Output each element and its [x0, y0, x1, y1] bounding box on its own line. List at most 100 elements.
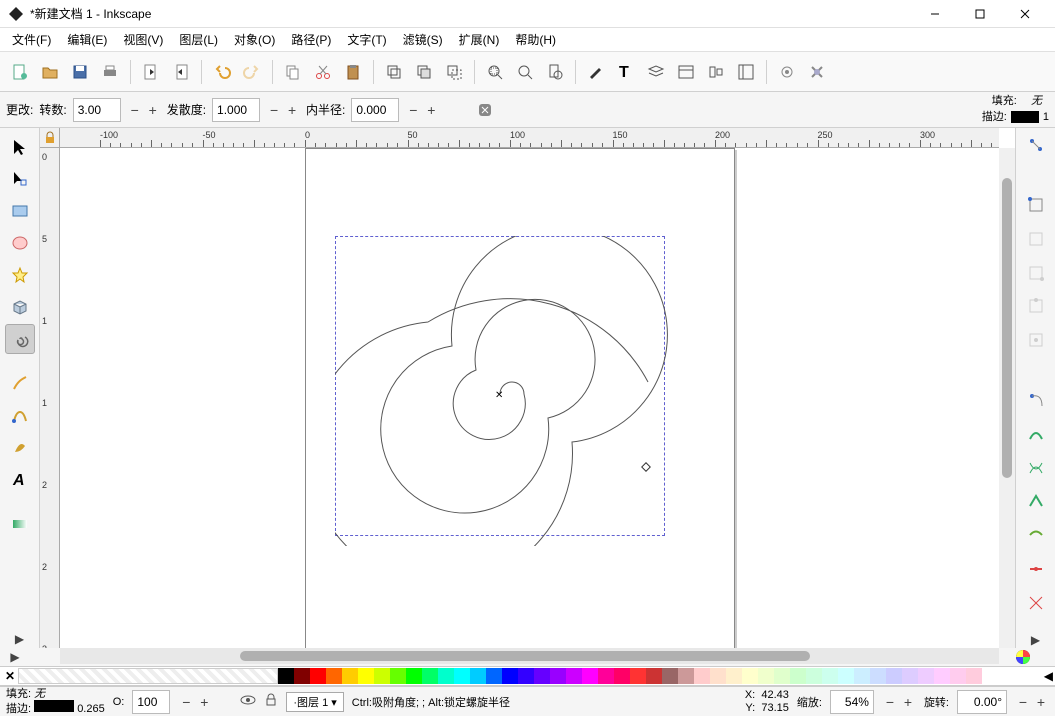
layer-expand-chevron[interactable]: ▶ [8, 648, 22, 666]
minimize-button[interactable] [912, 0, 957, 28]
maximize-button[interactable] [957, 0, 1002, 28]
palette-color[interactable] [422, 668, 438, 684]
palette-color[interactable] [294, 668, 310, 684]
snap-bboxcorner-icon[interactable] [1022, 260, 1050, 286]
reset-defaults-button[interactable] [471, 96, 499, 124]
pencil-tool[interactable] [5, 368, 35, 398]
palette-color[interactable] [550, 668, 566, 684]
palette-color[interactable] [438, 668, 454, 684]
redo-button[interactable] [238, 58, 266, 86]
snap-node[interactable] [1022, 387, 1050, 413]
palette-color[interactable] [902, 668, 918, 684]
palette-color[interactable] [758, 668, 774, 684]
status-stroke-swatch[interactable] [34, 700, 74, 712]
menu-path[interactable]: 路径(P) [285, 29, 337, 50]
palette-color[interactable] [854, 668, 870, 684]
palette-color[interactable] [774, 668, 790, 684]
rectangle-tool[interactable] [5, 196, 35, 226]
horizontal-ruler[interactable]: -100-50050100150200250300 [60, 128, 999, 148]
paste-button[interactable] [339, 58, 367, 86]
palette-color[interactable] [694, 668, 710, 684]
gradient-tool[interactable] [5, 508, 35, 538]
star-tool[interactable] [5, 260, 35, 290]
zoom-page-button[interactable] [541, 58, 569, 86]
palette-color[interactable] [326, 668, 342, 684]
calligraphy-tool[interactable] [5, 432, 35, 462]
ellipse-tool[interactable] [5, 228, 35, 258]
palette-color[interactable] [870, 668, 886, 684]
xml-dialog-button[interactable] [672, 58, 700, 86]
snap-smooth[interactable] [1022, 522, 1050, 548]
palette-color[interactable] [710, 668, 726, 684]
divergence-input[interactable] [212, 98, 260, 122]
palette-color[interactable] [582, 668, 598, 684]
duplicate-button[interactable] [380, 58, 408, 86]
palette-color[interactable] [518, 668, 534, 684]
palette-color[interactable] [486, 668, 502, 684]
palette-color[interactable] [598, 668, 614, 684]
clone-button[interactable] [410, 58, 438, 86]
3dbox-tool[interactable] [5, 292, 35, 322]
zoom-minus[interactable]: − [882, 694, 898, 710]
palette-color[interactable] [934, 668, 950, 684]
palette-color[interactable] [454, 668, 470, 684]
opacity-plus[interactable]: + [196, 694, 212, 710]
open-button[interactable] [36, 58, 64, 86]
vertical-ruler[interactable]: 0511223 [40, 148, 60, 648]
spiral-tool[interactable] [5, 324, 35, 354]
palette-color[interactable] [630, 668, 646, 684]
rotate-minus[interactable]: − [1015, 694, 1031, 710]
menu-edit[interactable]: 编辑(E) [61, 29, 113, 50]
cut-button[interactable] [309, 58, 337, 86]
close-button[interactable] [1002, 0, 1047, 28]
node-tool[interactable] [5, 164, 35, 194]
import-button[interactable] [137, 58, 165, 86]
print-button[interactable] [96, 58, 124, 86]
rotate-plus[interactable]: + [1033, 694, 1049, 710]
palette-color[interactable] [918, 668, 934, 684]
document-properties-button[interactable] [803, 58, 831, 86]
menu-help[interactable]: 帮助(H) [509, 29, 562, 50]
visibility-icon[interactable] [240, 692, 256, 711]
rotate-input[interactable] [957, 690, 1007, 714]
palette-color[interactable] [742, 668, 758, 684]
status-fill-value[interactable]: 无 [34, 688, 45, 700]
palette-color[interactable] [646, 668, 662, 684]
palette-color[interactable] [950, 668, 966, 684]
text-tool[interactable]: A [5, 464, 35, 494]
zoom-drawing-button[interactable] [511, 58, 539, 86]
palette-color[interactable] [502, 668, 518, 684]
palette-color[interactable] [678, 668, 694, 684]
stroke-swatch[interactable] [1011, 111, 1039, 123]
palette-color[interactable] [470, 668, 486, 684]
spiral-object[interactable]: ✕ [335, 236, 675, 546]
selectors-dialog-button[interactable] [732, 58, 760, 86]
menu-text[interactable]: 文字(T) [341, 29, 392, 50]
palette-color[interactable] [390, 668, 406, 684]
palette-color[interactable] [662, 668, 678, 684]
opacity-input[interactable] [132, 690, 170, 714]
menu-view[interactable]: 视图(V) [117, 29, 169, 50]
palette-color[interactable] [614, 668, 630, 684]
ruler-lock[interactable] [40, 128, 60, 148]
layers-dialog-button[interactable] [642, 58, 670, 86]
menu-filter[interactable]: 滤镜(S) [397, 29, 449, 50]
copy-button[interactable] [279, 58, 307, 86]
opacity-minus[interactable]: − [178, 694, 194, 710]
align-dialog-button[interactable] [702, 58, 730, 86]
export-button[interactable] [167, 58, 195, 86]
palette-color[interactable] [310, 668, 326, 684]
palette-color[interactable] [342, 668, 358, 684]
fill-stroke-dialog-button[interactable] [582, 58, 610, 86]
palette-color[interactable] [374, 668, 390, 684]
palette-color[interactable] [406, 668, 422, 684]
palette-color[interactable] [966, 668, 982, 684]
palette-color[interactable] [806, 668, 822, 684]
inner-minus[interactable]: − [405, 102, 421, 118]
menu-file[interactable]: 文件(F) [6, 29, 57, 50]
bezier-tool[interactable] [5, 400, 35, 430]
lock-icon[interactable] [264, 693, 278, 710]
palette-color[interactable] [534, 668, 550, 684]
snap-expand[interactable]: ▶ [1029, 632, 1043, 649]
snap-bboxedge-icon[interactable] [1022, 226, 1050, 252]
